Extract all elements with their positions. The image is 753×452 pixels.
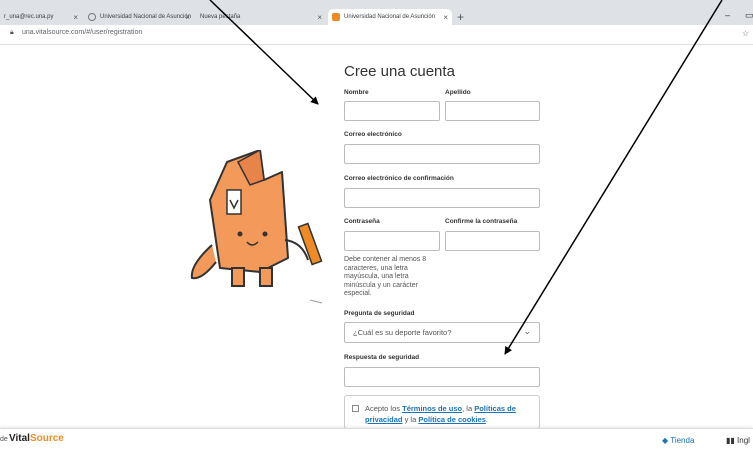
language-label: Ingl bbox=[737, 436, 750, 445]
terms-prefix: Acepto los bbox=[365, 404, 403, 413]
vitalsource-book-mascot bbox=[190, 150, 323, 304]
logo-source: Source bbox=[29, 433, 64, 444]
respuesta-label: Respuesta de seguridad bbox=[344, 354, 420, 361]
tienda-label: Tienda bbox=[670, 436, 695, 445]
footer-bar: de VitalSource ◆ Tienda ▮▮ Ingl bbox=[0, 428, 753, 452]
footer-de: de bbox=[0, 436, 8, 443]
password-confirm-input[interactable] bbox=[445, 231, 540, 251]
correo-confirm-label: Correo electrónico de confirmación bbox=[344, 175, 454, 182]
email-confirm-input[interactable] bbox=[344, 188, 540, 208]
chevron-down-icon: ⌄ bbox=[523, 326, 531, 336]
terms-and: y la bbox=[402, 415, 419, 424]
close-tab-icon[interactable]: × bbox=[317, 13, 322, 22]
terms-end: . bbox=[485, 415, 488, 424]
password-hint: Debe contener al menos 8 caracteres, una… bbox=[344, 256, 427, 297]
flag-icon: ▮▮ bbox=[726, 436, 735, 445]
address-bar[interactable]: 🔒︎ una.vitalsource.com/#/user/registrati… bbox=[0, 25, 753, 45]
tab-nueva-pestana[interactable]: Nueva pestaña × bbox=[196, 9, 326, 25]
bookmark-star-icon[interactable]: ☆ bbox=[742, 29, 749, 38]
logo-vital: Vital bbox=[9, 433, 30, 444]
close-tab-icon[interactable]: × bbox=[443, 13, 448, 22]
email-input[interactable] bbox=[344, 144, 540, 164]
close-tab-icon[interactable]: × bbox=[73, 13, 78, 22]
security-question-select[interactable]: ¿Cuál es su deporte favorito? ⌄ bbox=[344, 322, 540, 343]
cookies-link[interactable]: Política de cookies bbox=[418, 415, 486, 424]
tab-label: Nueva pestaña bbox=[200, 14, 241, 20]
terms-checkbox[interactable] bbox=[352, 405, 359, 412]
lock-icon: 🔒︎ bbox=[10, 29, 14, 36]
apellido-input[interactable] bbox=[445, 101, 540, 121]
terms-mid: , la bbox=[462, 404, 475, 413]
new-tab-button[interactable]: + bbox=[457, 10, 464, 24]
confirme-label: Confirme la contraseña bbox=[445, 218, 518, 225]
terms-text: Acepto los Términos de uso, la Políticas… bbox=[365, 403, 539, 425]
nombre-input[interactable] bbox=[344, 101, 440, 121]
terminos-link[interactable]: Términos de uso bbox=[402, 404, 462, 413]
language-link[interactable]: ▮▮ Ingl bbox=[726, 436, 750, 445]
close-tab-icon[interactable]: × bbox=[185, 13, 190, 22]
security-question-value: ¿Cuál es su deporte favorito? bbox=[353, 328, 452, 337]
security-answer-input[interactable] bbox=[344, 367, 540, 387]
restore-button[interactable]: ▭ bbox=[745, 10, 753, 21]
terms-box: Acepto los Términos de uso, la Políticas… bbox=[344, 395, 540, 429]
arrow-to-security-answer bbox=[504, 0, 723, 355]
tab-universidad-active[interactable]: Universidad Nacional de Asunción × bbox=[328, 9, 452, 25]
url-text[interactable]: una.vitalsource.com/#/user/registration bbox=[22, 29, 142, 36]
browser-tab-strip: r_una@rec.una.py × Universidad Nacional … bbox=[0, 0, 753, 25]
password-input[interactable] bbox=[344, 231, 440, 251]
vitalsource-logo: VitalSource bbox=[9, 433, 64, 444]
globe-icon bbox=[88, 13, 96, 21]
vitalsource-favicon-icon bbox=[332, 13, 340, 21]
contrasena-label: Contraseña bbox=[344, 218, 380, 225]
tab-label: Universidad Nacional de Asunción bbox=[100, 14, 192, 20]
nombre-label: Nombre bbox=[344, 89, 369, 96]
apellido-label: Apellido bbox=[445, 89, 471, 96]
tab-universidad-1[interactable]: Universidad Nacional de Asunción × bbox=[84, 9, 194, 25]
pregunta-label: Pregunta de seguridad bbox=[344, 310, 415, 317]
page-title: Cree una cuenta bbox=[344, 63, 455, 80]
tienda-link[interactable]: ◆ Tienda bbox=[662, 436, 694, 445]
tag-icon: ◆ bbox=[662, 436, 669, 445]
tab-label: r_una@rec.una.py bbox=[4, 14, 54, 20]
correo-label: Correo electrónico bbox=[344, 131, 402, 138]
tab-mail[interactable]: r_una@rec.una.py × bbox=[0, 9, 82, 25]
minimize-button[interactable]: – bbox=[725, 10, 730, 20]
tab-label: Universidad Nacional de Asunción bbox=[344, 14, 436, 20]
